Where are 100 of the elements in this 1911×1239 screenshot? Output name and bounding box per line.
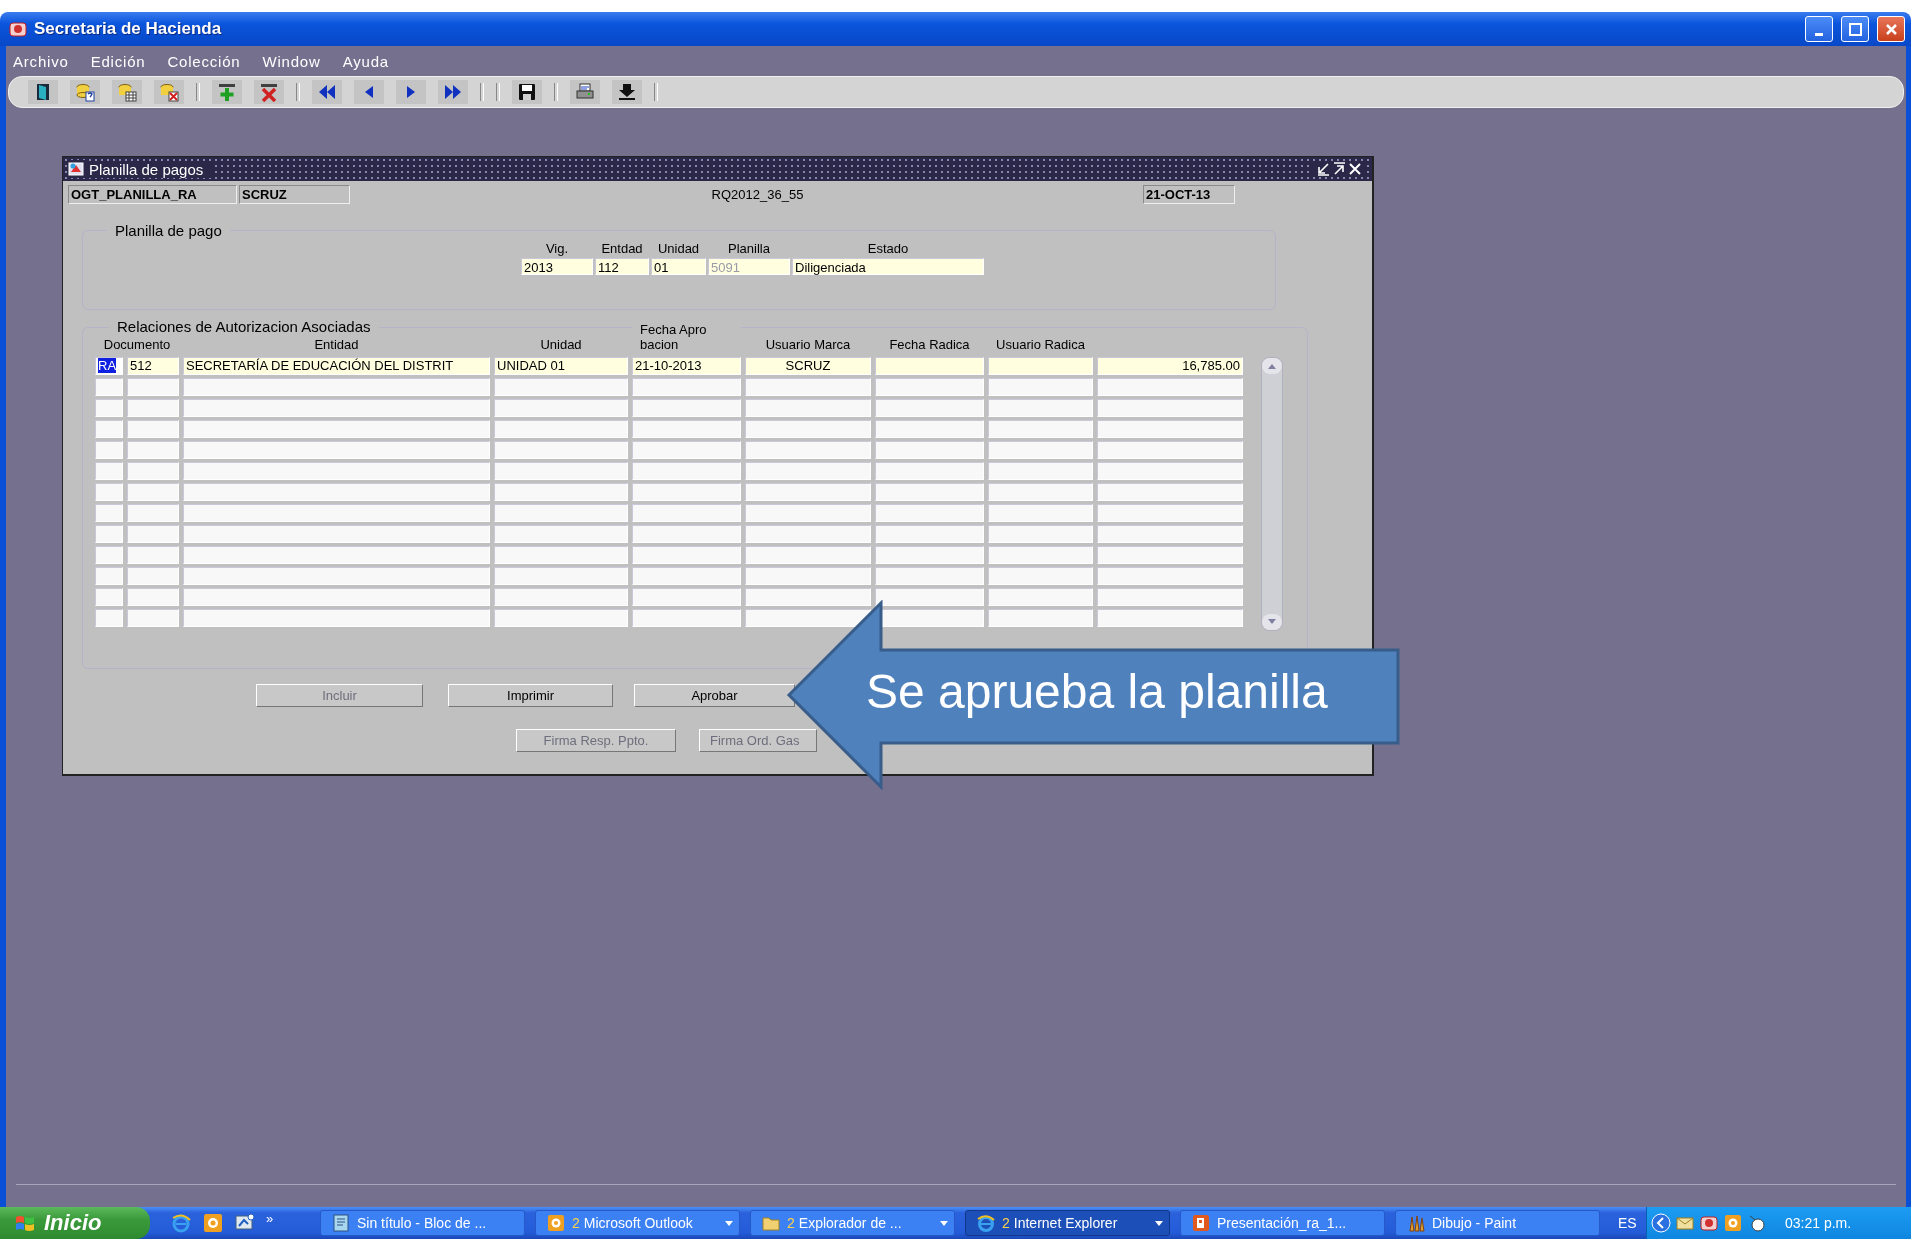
scroll-bar[interactable] <box>1261 357 1283 631</box>
minimize-icon <box>1815 32 1823 36</box>
table-cell <box>127 462 179 480</box>
table-cell <box>127 483 179 501</box>
field-label: Estado <box>867 241 909 258</box>
minimize-button[interactable] <box>1805 16 1833 42</box>
minimize-icon[interactable] <box>1315 161 1331 177</box>
more-button[interactable]: » <box>266 1210 274 1226</box>
table-cell <box>127 420 179 438</box>
table-cell <box>95 567 123 585</box>
app-icon <box>8 20 28 38</box>
browser-icon[interactable] <box>170 1212 192 1234</box>
field-label: Planilla <box>728 241 770 258</box>
group-title: Relaciones de Autorizacion Asociadas <box>109 318 379 335</box>
taskbar-button[interactable]: 2 Internet Explorer <box>965 1210 1170 1236</box>
toolbar-button[interactable] <box>512 80 542 104</box>
table-cell <box>127 546 179 564</box>
database-delete-icon <box>159 82 179 102</box>
field-label: Vig. <box>545 241 569 258</box>
table-cell <box>95 441 123 459</box>
table-cell <box>95 399 123 417</box>
first-record-icon <box>317 82 337 102</box>
taskbar-button[interactable]: 2 Microsoft Outlook <box>535 1210 740 1236</box>
table-cell <box>127 378 179 396</box>
download-icon <box>617 82 637 102</box>
windows-flag-icon <box>14 1213 36 1233</box>
maximize-icon[interactable] <box>1331 161 1347 177</box>
input-field[interactable]: 112 <box>595 258 649 275</box>
table-cell <box>127 525 179 543</box>
table-cell <box>95 378 123 396</box>
print-icon <box>575 82 595 102</box>
table-cell: SECRETARÍA DE EDUCACIÓN DEL DISTRIT <box>183 357 490 375</box>
column-header: Fecha Apro bacion <box>632 322 741 352</box>
app-icon[interactable] <box>1699 1213 1719 1233</box>
field-label: Entdad <box>601 241 643 258</box>
start-button[interactable]: Inicio <box>0 1207 150 1239</box>
taskbar-button[interactable]: Sin título - Bloc de ... <box>320 1210 525 1236</box>
toolbar-button[interactable] <box>28 80 58 104</box>
presentation-icon <box>1191 1213 1211 1233</box>
date-field: 21-OCT-13 <box>1143 184 1235 204</box>
table-cell <box>95 462 123 480</box>
table-cell <box>95 525 123 543</box>
close-button[interactable] <box>1877 16 1905 42</box>
maximize-icon <box>1847 21 1863 37</box>
paint-brushes-icon <box>1406 1213 1426 1233</box>
database-query-icon <box>75 82 95 102</box>
menu-item[interactable]: Ayuda <box>342 52 389 70</box>
close-icon[interactable] <box>1347 161 1363 177</box>
table-cell <box>127 609 179 627</box>
taskbar-button[interactable]: Dibujo - Paint <box>1395 1210 1600 1236</box>
input-field: 5091 <box>708 258 790 275</box>
field-label: Unidad <box>657 241 700 258</box>
notepad-icon <box>331 1213 351 1233</box>
input-field[interactable]: 2013 <box>521 258 593 275</box>
last-record-icon <box>443 82 463 102</box>
window-title: Secretaria de Hacienda <box>34 19 223 39</box>
scroll-down-icon[interactable] <box>1267 618 1277 626</box>
table-cell <box>127 567 179 585</box>
toolbar-button[interactable] <box>212 80 242 104</box>
form-icon <box>67 160 85 178</box>
table-cell: 21-10-2013 <box>632 357 741 375</box>
database-table-icon <box>117 82 137 102</box>
cross-icon <box>259 82 279 102</box>
input-field[interactable]: 01 <box>651 258 706 275</box>
table-cell <box>95 588 123 606</box>
browser-icon <box>976 1213 996 1233</box>
module-field: OGT_PLANILLA_RA <box>68 184 237 204</box>
toolbar-button[interactable] <box>254 80 284 104</box>
language-indicator[interactable]: ES <box>1618 1215 1646 1231</box>
maximize-button[interactable] <box>1841 16 1869 42</box>
table-cell <box>127 399 179 417</box>
table-cell <box>95 420 123 438</box>
clock: 03:21 p.m. <box>1785 1215 1852 1231</box>
table-cell <box>95 546 123 564</box>
input-field[interactable]: Diligenciada <box>792 258 984 275</box>
form-button[interactable]: Aprobar <box>634 684 795 707</box>
toolbar-button[interactable] <box>612 80 642 104</box>
table-cell: 16,785.00 <box>1097 357 1243 375</box>
taskbar-button[interactable]: Presentación_ra_1... <box>1180 1210 1385 1236</box>
table-cell <box>95 483 123 501</box>
table-cell: 512 <box>127 357 179 375</box>
table-cell <box>95 504 123 522</box>
scroll-up-icon[interactable] <box>1267 362 1277 370</box>
menu-item[interactable]: Colección <box>167 52 241 70</box>
table-cell: RA <box>95 357 123 375</box>
table-cell: UNIDAD 01 <box>494 357 628 375</box>
table-cell: SCRUZ <box>745 357 871 375</box>
user-field: SCRUZ <box>239 184 350 204</box>
table-cell <box>127 588 179 606</box>
taskbar-button[interactable]: 2 Explorador de ... <box>750 1210 955 1236</box>
plus-icon <box>217 82 237 102</box>
document-code: RQ2012_36_55 <box>710 186 805 202</box>
table-cell <box>127 504 179 522</box>
save-icon <box>517 82 537 102</box>
group-title: Planilla de pago <box>114 222 223 239</box>
form-button[interactable]: Imprimir <box>448 684 613 707</box>
menu-item[interactable]: Edición <box>90 52 146 70</box>
menu-item[interactable]: Window <box>262 52 321 70</box>
menu-item[interactable]: Archivo <box>13 52 69 70</box>
table-cell <box>95 609 123 627</box>
